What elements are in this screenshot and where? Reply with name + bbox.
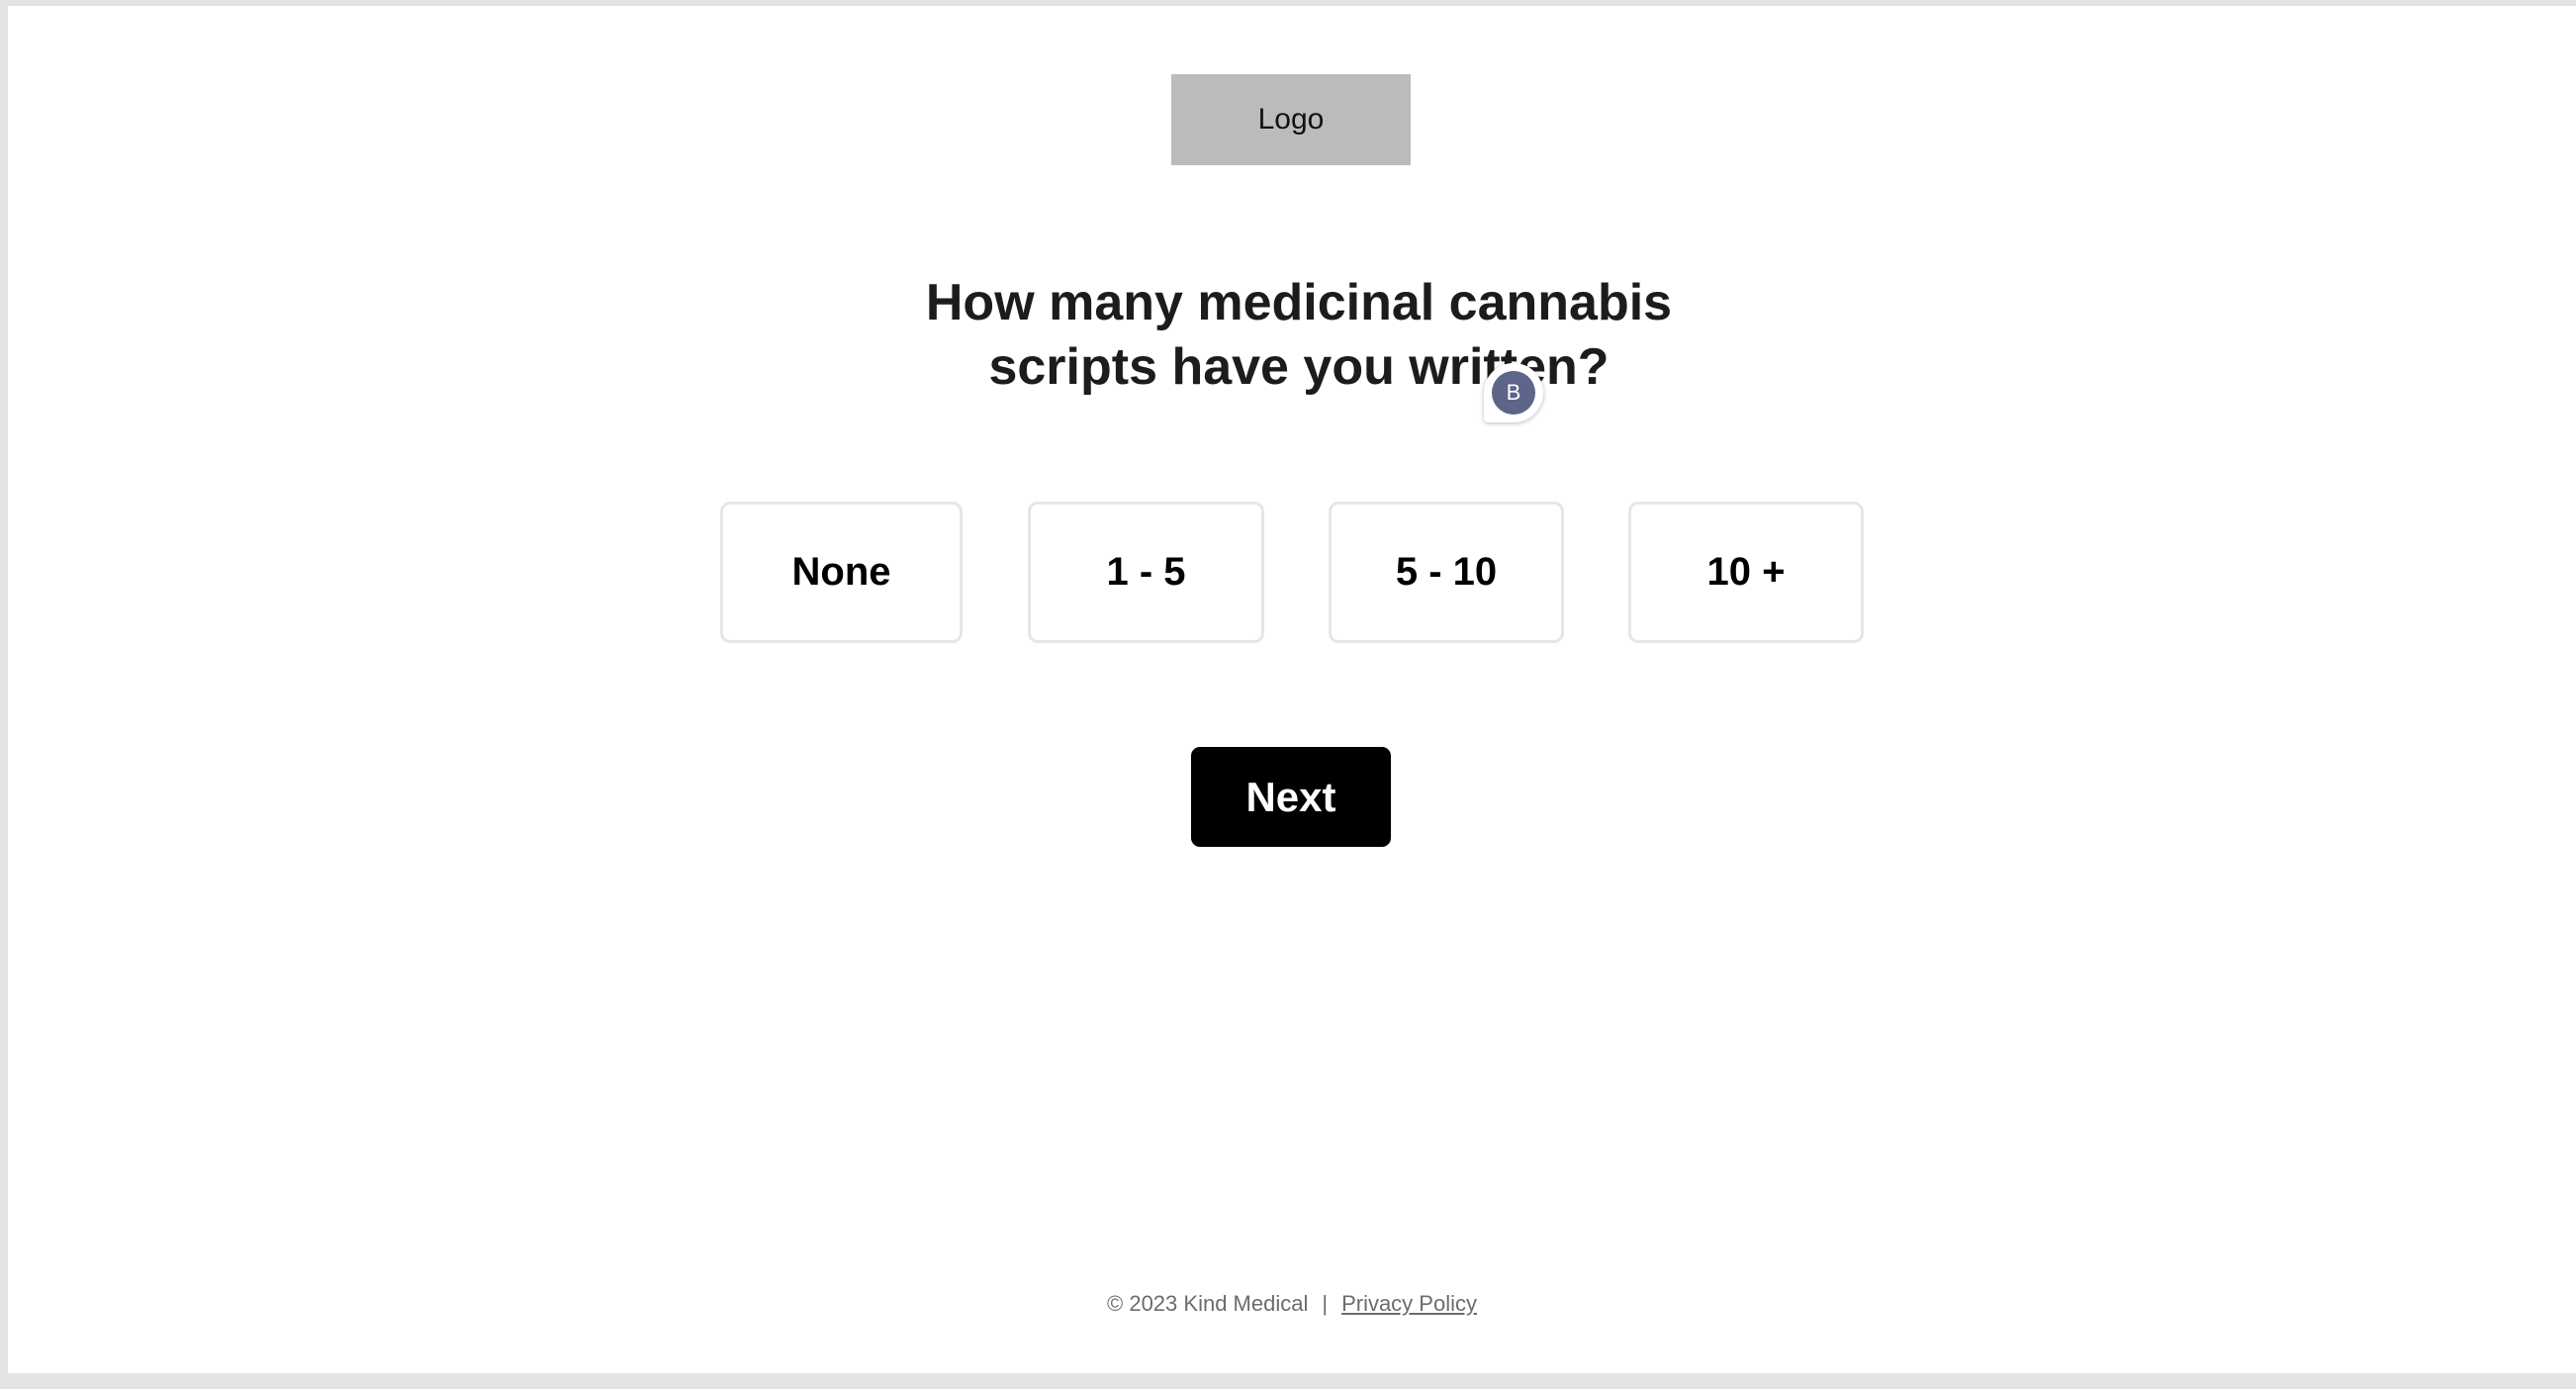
footer-separator: | bbox=[1322, 1291, 1329, 1316]
footer: © 2023 Kind Medical | Privacy Policy bbox=[8, 1291, 2576, 1317]
option-label: 5 - 10 bbox=[1395, 550, 1498, 594]
option-10-plus[interactable]: 10 + bbox=[1628, 502, 1864, 643]
next-button[interactable]: Next bbox=[1191, 747, 1391, 847]
question-line-1: How many medicinal cannabis bbox=[925, 274, 1673, 331]
option-5-10[interactable]: 5 - 10 bbox=[1329, 502, 1564, 643]
copyright-text: © 2023 Kind Medical bbox=[1107, 1291, 1309, 1316]
comment-avatar: B bbox=[1492, 371, 1535, 415]
comment-pin[interactable]: B bbox=[1484, 363, 1543, 422]
logo-label: Logo bbox=[1257, 103, 1325, 136]
next-button-label: Next bbox=[1245, 773, 1336, 820]
question-heading: How many medicinal cannabis scripts have… bbox=[799, 271, 1798, 400]
option-none[interactable]: None bbox=[720, 502, 963, 643]
option-1-5[interactable]: 1 - 5 bbox=[1028, 502, 1264, 643]
option-label: 1 - 5 bbox=[1106, 550, 1186, 594]
comment-avatar-initial: B bbox=[1506, 380, 1521, 405]
option-label: None bbox=[791, 550, 891, 594]
option-label: 10 + bbox=[1706, 550, 1786, 594]
page-canvas: Logo How many medicinal cannabis scripts… bbox=[8, 6, 2576, 1373]
privacy-policy-link[interactable]: Privacy Policy bbox=[1341, 1291, 1477, 1316]
logo-placeholder: Logo bbox=[1171, 74, 1411, 165]
